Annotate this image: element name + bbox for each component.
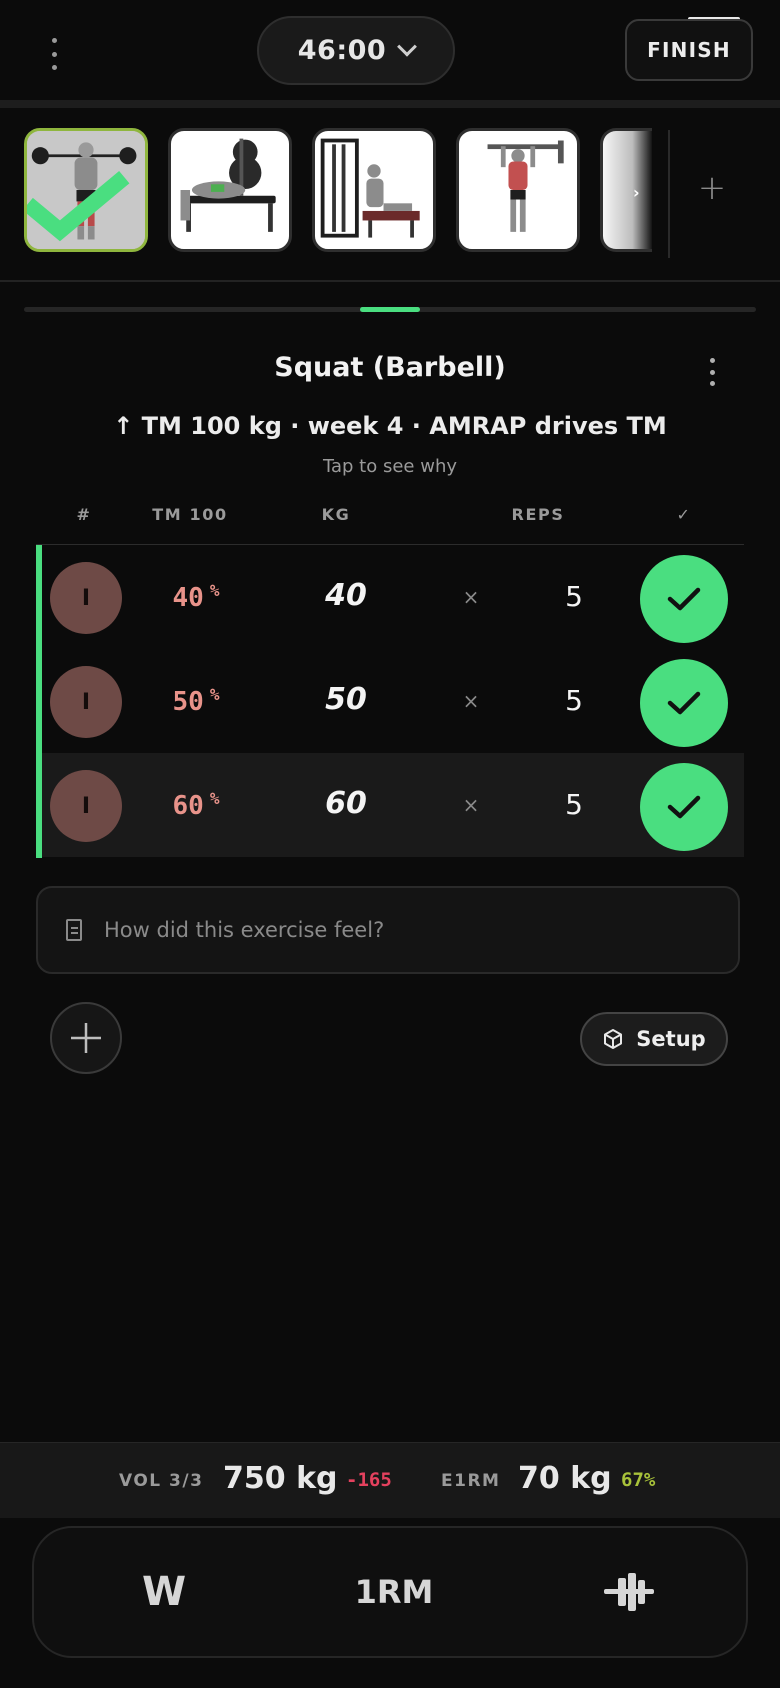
set-type-badge[interactable]: I bbox=[50, 562, 122, 634]
timer-button[interactable]: 46:00 bbox=[257, 16, 455, 85]
check-icon bbox=[667, 691, 701, 715]
divider bbox=[0, 100, 780, 108]
exercise-strip: › + bbox=[0, 108, 780, 280]
set-reps[interactable]: 5 bbox=[526, 684, 622, 717]
volume-label: VOL 3/3 bbox=[119, 1471, 204, 1491]
times-sign: × bbox=[462, 689, 480, 713]
col-header-tm: TM 100 bbox=[152, 505, 228, 524]
set-row: I 40% 40 × 5 bbox=[36, 545, 744, 649]
setup-label: Setup bbox=[636, 1027, 706, 1051]
col-header-kg: KG bbox=[321, 505, 351, 524]
col-header-number: # bbox=[76, 505, 92, 524]
workout-menu-icon[interactable] bbox=[44, 38, 64, 70]
set-type-badge[interactable]: I bbox=[50, 666, 122, 738]
cube-icon bbox=[604, 1029, 623, 1049]
chevron-down-icon bbox=[397, 36, 418, 57]
set-complete-button[interactable] bbox=[640, 763, 728, 851]
exercise-menu-icon[interactable] bbox=[706, 358, 718, 386]
set-complete-button[interactable] bbox=[640, 555, 728, 643]
add-exercise-button[interactable]: + bbox=[692, 160, 732, 216]
warmup-button[interactable]: W bbox=[124, 1528, 204, 1656]
pull-up-illustration bbox=[487, 140, 564, 232]
seated-row-illustration bbox=[320, 138, 420, 238]
volume-delta: -165 bbox=[346, 1469, 392, 1491]
set-weight[interactable]: 50 bbox=[286, 682, 406, 717]
thumb-next-exercise[interactable]: › bbox=[600, 128, 652, 252]
set-percent[interactable]: 50% bbox=[146, 685, 246, 717]
check-icon bbox=[667, 795, 701, 819]
set-row: I 50% 50 × 5 bbox=[36, 649, 744, 753]
thumb-pull-up[interactable] bbox=[456, 128, 580, 252]
e1rm-label: E1RM bbox=[441, 1471, 501, 1491]
timer-value: 46:00 bbox=[297, 35, 387, 66]
e1rm-value: 70 kg bbox=[518, 1461, 612, 1496]
times-sign: × bbox=[462, 585, 480, 609]
top-bar: 46:00 FINISH bbox=[0, 0, 780, 100]
set-weight[interactable]: 40 bbox=[286, 578, 406, 613]
divider bbox=[0, 280, 780, 282]
set-weight[interactable]: 60 bbox=[286, 786, 406, 821]
why-hint-link[interactable]: Tap to see why bbox=[0, 456, 780, 477]
bench-press-illustration bbox=[180, 138, 276, 232]
set-row: I 60% 60 × 5 bbox=[36, 753, 744, 857]
col-header-check: ✓ bbox=[676, 505, 692, 524]
volume-value: 750 kg bbox=[223, 1461, 338, 1496]
plus-icon bbox=[71, 1023, 101, 1053]
completed-sets-accent bbox=[36, 545, 42, 858]
set-type-badge[interactable]: I bbox=[50, 770, 122, 842]
set-complete-button[interactable] bbox=[640, 659, 728, 747]
finish-button[interactable]: FINISH bbox=[625, 19, 753, 81]
one-rm-button[interactable]: 1RM bbox=[334, 1528, 454, 1656]
chevron-right-icon: › bbox=[633, 183, 640, 202]
note-placeholder: How did this exercise feel? bbox=[104, 918, 385, 942]
add-set-button[interactable] bbox=[50, 1002, 122, 1074]
done-check-icon bbox=[27, 171, 130, 242]
strip-separator bbox=[668, 130, 670, 258]
thumb-seated-row-machine[interactable] bbox=[312, 128, 436, 252]
page-indicator-active bbox=[360, 307, 420, 312]
plate-calculator-button[interactable] bbox=[584, 1528, 674, 1656]
set-reps[interactable]: 5 bbox=[526, 580, 622, 613]
bottom-toolbar: W 1RM bbox=[32, 1526, 748, 1658]
note-icon bbox=[66, 919, 82, 941]
setup-button[interactable]: Setup bbox=[580, 1012, 728, 1066]
set-percent[interactable]: 60% bbox=[146, 789, 246, 821]
set-reps[interactable]: 5 bbox=[526, 788, 622, 821]
check-icon bbox=[667, 587, 701, 611]
exercise-title: Squat (Barbell) bbox=[274, 352, 506, 383]
exercise-progression-info: ↑ TM 100 kg · week 4 · AMRAP drives TM bbox=[113, 412, 667, 440]
sets-table: I 40% 40 × 5 I 50% 50 × 5 I 60% 60 × 5 bbox=[36, 545, 744, 857]
e1rm-percent: 67% bbox=[621, 1469, 656, 1491]
set-percent[interactable]: 40% bbox=[146, 581, 246, 613]
col-header-reps: REPS bbox=[511, 505, 565, 524]
exercise-note-field[interactable]: How did this exercise feel? bbox=[36, 886, 740, 974]
times-sign: × bbox=[462, 793, 480, 817]
thumb-bench-press[interactable] bbox=[168, 128, 292, 252]
workout-stats-bar: VOL 3/3 750 kg -165 E1RM 70 kg 67% bbox=[0, 1442, 780, 1518]
thumb-squat-barbell[interactable] bbox=[24, 128, 148, 252]
barbell-icon bbox=[604, 1573, 654, 1611]
